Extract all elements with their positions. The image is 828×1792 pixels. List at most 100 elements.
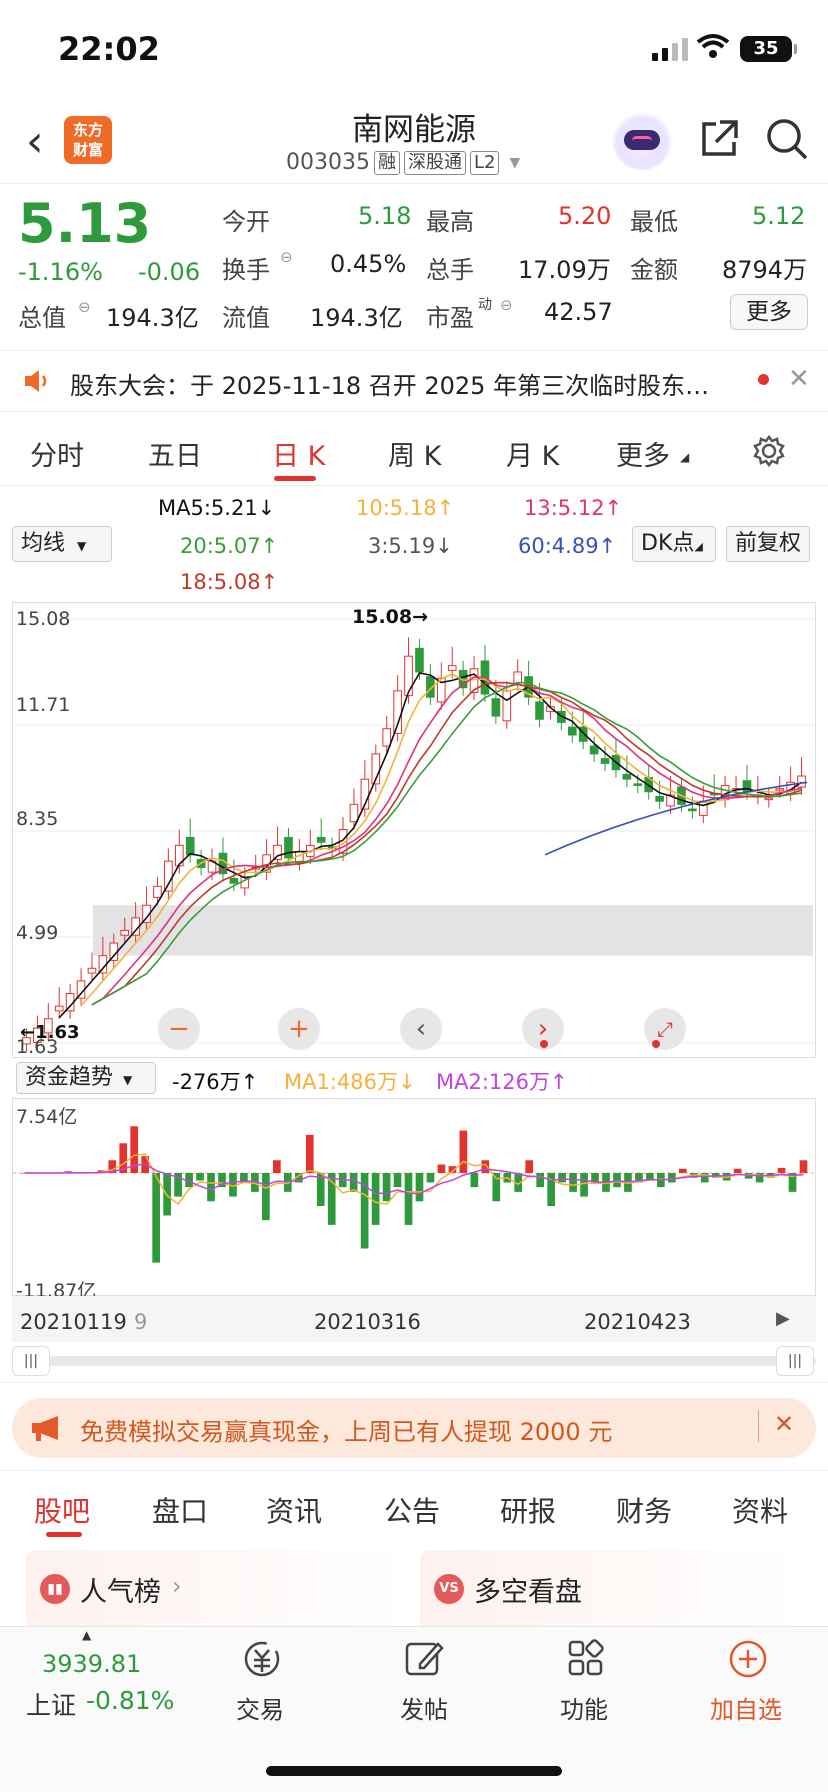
candle-body — [535, 701, 544, 720]
volume-label: 总手 — [426, 256, 474, 284]
fund-bar — [207, 1173, 215, 1202]
high-value: 5.20 — [558, 202, 612, 230]
fund-bar — [349, 1173, 358, 1192]
date-start: 20210119 — [20, 1310, 127, 1334]
candle-body — [764, 797, 774, 801]
subtab-news[interactable]: 资讯 — [266, 1490, 322, 1530]
candle-body — [382, 728, 392, 747]
dk-point-label: DK点 — [641, 531, 695, 556]
tab-month-k[interactable]: 月 K — [506, 434, 559, 473]
chart-icon: ▮▮ — [40, 1574, 70, 1604]
fund-flow-selector[interactable]: 资金趋势 ▼ — [16, 1062, 156, 1094]
kline-svg — [13, 618, 815, 1052]
y-tick-max: 15.08 — [16, 608, 71, 630]
functions-button[interactable]: 功能 — [524, 1690, 644, 1725]
close-icon[interactable]: ✕ — [774, 1410, 794, 1438]
add-circle-icon[interactable] — [726, 1638, 770, 1680]
tab-five-day[interactable]: 五日 — [148, 434, 202, 473]
notice-text[interactable]: 股东大会：于 2025-11-18 召开 2025 年第三次临时股东… — [70, 366, 740, 401]
close-icon[interactable]: ✕ — [788, 364, 810, 394]
zoom-in-button[interactable]: + — [278, 1008, 320, 1050]
candle-body — [316, 836, 326, 843]
status-bar: 22:02 35 — [0, 0, 828, 96]
fund-bar — [273, 1160, 281, 1173]
kline-chart[interactable] — [12, 602, 816, 1058]
popularity-title[interactable]: 人气榜 — [80, 1570, 161, 1609]
fund-bar — [382, 1173, 391, 1202]
candle-body — [688, 808, 697, 812]
tab-intraday[interactable]: 分时 — [30, 434, 84, 473]
fund-bar — [262, 1173, 270, 1221]
compose-icon[interactable] — [402, 1638, 446, 1680]
stock-code: 003035 — [286, 150, 370, 175]
index-name[interactable]: 上证 — [26, 1686, 76, 1722]
dk-point-button[interactable]: DK点◢ — [632, 526, 716, 562]
unread-dot — [758, 374, 769, 385]
trade-button[interactable]: 交易 — [200, 1690, 320, 1725]
more-button[interactable]: 更多 — [730, 294, 808, 330]
subtab-announcements[interactable]: 公告 — [384, 1490, 440, 1530]
bull-bear-title[interactable]: 多空看盘 — [474, 1570, 582, 1609]
range-scrollbar[interactable] — [12, 1356, 816, 1366]
indicator-selector[interactable]: 均线 ▼ — [12, 526, 112, 562]
grid-icon[interactable] — [564, 1638, 608, 1680]
ma5-value: MA5:5.21↓ — [158, 496, 276, 520]
tag-connect: 深股通 — [403, 150, 466, 175]
high-label: 最高 — [426, 208, 474, 236]
chevron-down-icon[interactable]: ▼ — [509, 155, 520, 171]
expand-icon[interactable]: ⤢ — [644, 1008, 686, 1050]
index-change[interactable]: -0.81% — [86, 1686, 174, 1715]
stock-code-row: 003035 融 深股通 L2 ▼ — [286, 150, 520, 175]
adjust-button[interactable]: 前复权 — [726, 526, 810, 562]
trade-icon[interactable] — [240, 1638, 284, 1680]
search-icon[interactable] — [764, 116, 810, 162]
post-button[interactable]: 发帖 — [364, 1690, 484, 1725]
y-tick-4: 4.99 — [16, 922, 59, 944]
subtab-orderbook[interactable]: 盘口 — [152, 1490, 208, 1530]
fund-flow-chart[interactable] — [12, 1098, 816, 1296]
fund-bar — [547, 1173, 555, 1207]
mktcap-value: 194.3亿 — [106, 304, 199, 332]
range-handle-right[interactable]: ||| — [776, 1346, 814, 1376]
assistant-robot-icon[interactable] — [612, 110, 672, 170]
subtab-research[interactable]: 研报 — [500, 1490, 556, 1530]
low-label: 最低 — [630, 208, 678, 236]
candle-body — [404, 655, 413, 697]
candle-body — [54, 1005, 64, 1012]
add-watchlist-button[interactable]: 加自选 — [686, 1690, 806, 1725]
amount-value: 8794万 — [722, 256, 808, 284]
ma20-line — [91, 681, 802, 1006]
candle-body — [447, 665, 457, 671]
candle-body — [567, 726, 577, 736]
subtab-profile[interactable]: 资料 — [732, 1490, 788, 1530]
megaphone-icon — [32, 1416, 58, 1441]
settings-gear-icon[interactable] — [752, 434, 786, 468]
share-icon[interactable] — [698, 118, 740, 160]
tab-day-k[interactable]: 日 K — [272, 434, 325, 473]
divider — [758, 1410, 759, 1442]
turnover-label: 换手 — [222, 256, 270, 284]
zoom-out-button[interactable]: − — [158, 1008, 200, 1050]
subtab-financials[interactable]: 财务 — [616, 1490, 672, 1530]
fund-bar — [371, 1173, 380, 1225]
index-value[interactable]: 3939.81 — [42, 1650, 141, 1678]
low-value: 5.12 — [752, 202, 806, 230]
tab-more[interactable]: 更多 — [616, 434, 670, 473]
range-handle-left[interactable]: ||| — [12, 1346, 50, 1376]
candle-body — [775, 788, 785, 791]
amount-label: 金额 — [630, 256, 678, 284]
info-icon[interactable]: ⊖ — [78, 298, 91, 316]
info-icon[interactable]: ⊖ — [500, 296, 513, 314]
info-icon[interactable]: ⊖ — [280, 248, 293, 266]
ma20-value: 20:5.07↑ — [180, 534, 279, 558]
fund-bar — [733, 1168, 742, 1173]
vs-icon: VS — [434, 1574, 464, 1604]
promo-text[interactable]: 免费模拟交易赢真现金，上周已有人提现 2000 元 — [80, 1412, 612, 1447]
tab-week-k[interactable]: 周 K — [388, 434, 441, 473]
fund-bar — [470, 1173, 479, 1188]
scroll-left-button[interactable]: ‹ — [400, 1008, 442, 1050]
candle-body — [513, 671, 523, 684]
play-icon[interactable]: ▶ — [776, 1308, 790, 1329]
subtab-forum[interactable]: 股吧 — [34, 1490, 90, 1530]
fund-bar — [525, 1160, 534, 1173]
